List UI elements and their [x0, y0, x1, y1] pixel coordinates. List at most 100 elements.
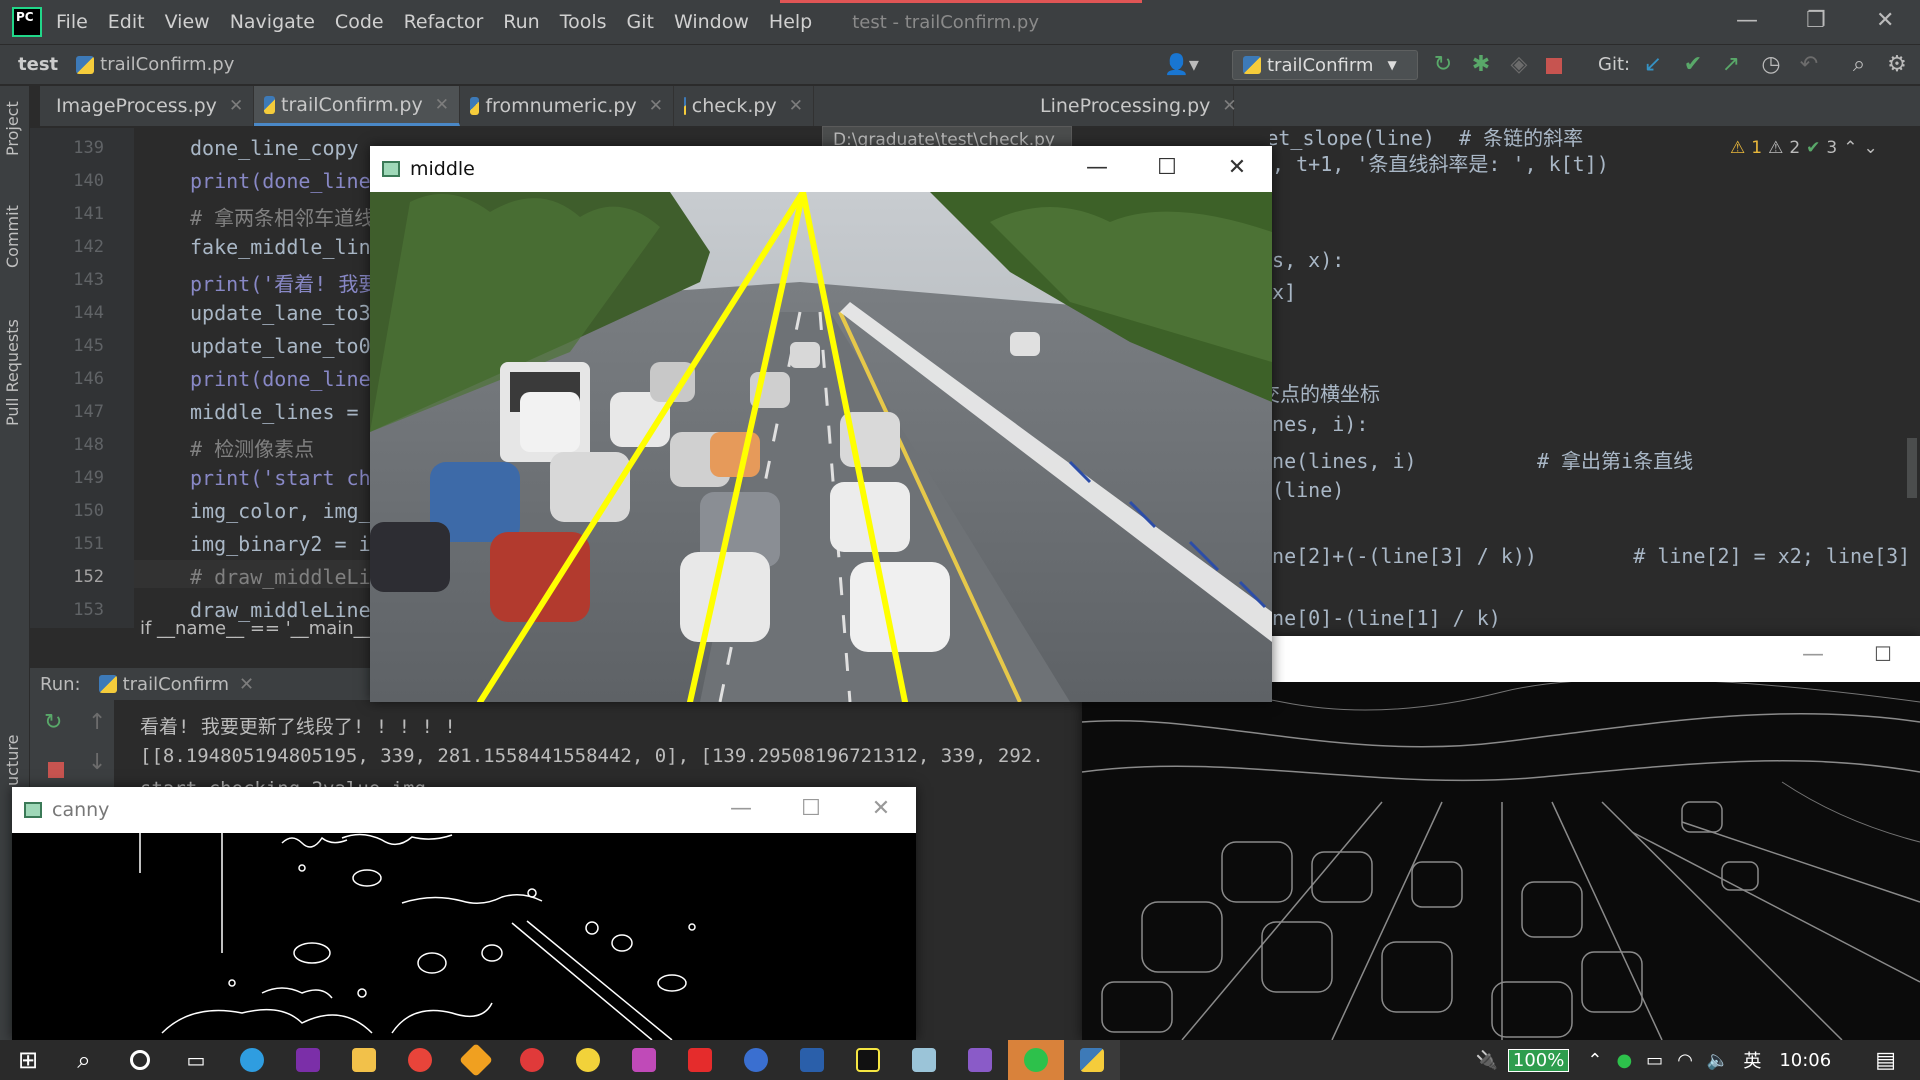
yellow-app-icon[interactable] — [560, 1040, 616, 1080]
menu-edit[interactable]: Edit — [108, 11, 145, 33]
git-update-icon[interactable]: ↙ — [1640, 52, 1666, 78]
inspection-widget[interactable]: ⚠ 1 ⚠ 2 ✔ 3 ⌃ ⌄ — [1730, 138, 1878, 158]
python-icon[interactable] — [1064, 1040, 1120, 1080]
close-icon[interactable]: ✕ — [1222, 96, 1236, 116]
onenote-icon[interactable] — [280, 1040, 336, 1080]
close-icon[interactable]: ✕ — [1876, 8, 1894, 33]
run-tab[interactable]: trailConfirm — [123, 674, 229, 695]
close-icon[interactable]: ✕ — [789, 96, 803, 116]
visual-studio-icon[interactable] — [952, 1040, 1008, 1080]
canny-window[interactable]: canny — ☐ ✕ — [12, 787, 916, 1040]
breadcrumb-file[interactable]: trailConfirm.py — [100, 54, 234, 75]
edge-icon[interactable] — [224, 1040, 280, 1080]
close-icon[interactable]: ✕ — [846, 787, 916, 833]
maximize-icon[interactable]: ☐ — [776, 787, 846, 833]
word-icon[interactable] — [784, 1040, 840, 1080]
ime-indicator[interactable]: 英 — [1743, 1047, 1761, 1073]
right-code-view[interactable]: k[t] = get_slope(line) # 条链的斜率 ', t+1, '… — [1270, 128, 1920, 628]
menu-tools[interactable]: Tools — [560, 11, 607, 33]
netease-music-icon[interactable] — [504, 1040, 560, 1080]
search-icon[interactable]: ⌕ — [1846, 52, 1872, 78]
breadcrumb-project[interactable]: test — [18, 54, 58, 75]
maximize-icon[interactable]: ☐ — [1132, 146, 1202, 192]
menu-file[interactable]: File — [56, 11, 88, 33]
clock[interactable]: 10:06 — [1779, 1050, 1831, 1071]
tool-structure[interactable]: ucture — [3, 735, 22, 786]
battery-badge[interactable]: 100% — [1507, 1048, 1570, 1072]
stop-icon[interactable] — [48, 762, 64, 778]
minimize-icon[interactable]: — — [706, 787, 776, 833]
maximize-icon[interactable]: ☐ — [1874, 642, 1892, 666]
chevron-up-icon[interactable]: ⌃ — [1843, 138, 1857, 158]
menu-code[interactable]: Code — [335, 11, 384, 33]
close-icon[interactable]: ✕ — [649, 96, 663, 116]
youdao-icon[interactable] — [672, 1040, 728, 1080]
history-icon[interactable]: ◷ — [1758, 52, 1784, 78]
canny-window-titlebar[interactable]: canny — ☐ ✕ — [12, 787, 916, 833]
close-icon[interactable]: ✕ — [1202, 146, 1272, 192]
power-plug-icon[interactable]: 🔌 — [1475, 1050, 1497, 1071]
windows-start-icon[interactable]: ⊞ — [0, 1040, 56, 1080]
code-line: e(line) — [1270, 478, 1345, 502]
minimize-icon[interactable]: — — [1802, 642, 1824, 667]
menu-refactor[interactable]: Refactor — [404, 11, 484, 33]
wifi-icon[interactable]: ◠ — [1677, 1050, 1693, 1071]
cortana-icon[interactable] — [112, 1040, 168, 1080]
code-line: print('看着! 我要 — [190, 272, 379, 296]
gear-icon[interactable]: ⚙ — [1884, 52, 1910, 78]
wechat-icon[interactable] — [1008, 1040, 1064, 1080]
pycharm-icon[interactable] — [840, 1040, 896, 1080]
arrow-up-icon[interactable]: ↑ — [88, 710, 106, 735]
notepad-icon[interactable] — [896, 1040, 952, 1080]
chrome-icon[interactable] — [392, 1040, 448, 1080]
notification-icon[interactable]: ▤ — [1875, 1048, 1896, 1073]
git-commit-icon[interactable]: ✔ — [1680, 52, 1706, 78]
tab-check[interactable]: check.py ✕ — [674, 86, 814, 126]
menu-navigate[interactable]: Navigate — [230, 11, 315, 33]
scrollbar-thumb[interactable] — [1907, 438, 1917, 498]
run-config-select[interactable]: trailConfirm ▼ — [1232, 50, 1418, 80]
task-view-icon[interactable]: ▭ — [168, 1040, 224, 1080]
menu-run[interactable]: Run — [503, 11, 539, 33]
chevron-down-icon[interactable]: ⌄ — [1863, 138, 1877, 158]
menu-view[interactable]: View — [165, 11, 210, 33]
git-icon[interactable] — [448, 1040, 504, 1080]
menu-window[interactable]: Window — [674, 11, 749, 33]
rerun-icon[interactable]: ↻ — [1430, 52, 1456, 78]
debug-icon[interactable]: ✱ — [1468, 52, 1494, 78]
ie-icon[interactable] — [728, 1040, 784, 1080]
menu-help[interactable]: Help — [769, 11, 812, 33]
code-line: # draw_middleLi — [190, 565, 371, 589]
restore-icon[interactable]: ❐ — [1806, 8, 1826, 33]
paint-icon[interactable] — [616, 1040, 672, 1080]
rerun-icon[interactable]: ↻ — [44, 710, 62, 735]
coverage-icon[interactable]: ◈ — [1506, 52, 1532, 78]
stop-icon[interactable] — [1546, 58, 1562, 74]
menu-git[interactable]: Git — [627, 11, 654, 33]
code-line: ine(lines, i) # 拿出第i条直线 — [1270, 449, 1694, 473]
close-icon[interactable]: ✕ — [229, 96, 243, 116]
tab-imageprocess[interactable]: ImageProcess.py ✕ — [40, 86, 254, 126]
explorer-icon[interactable] — [336, 1040, 392, 1080]
git-push-icon[interactable]: ↗ — [1718, 52, 1744, 78]
navigation-bar: test trailConfirm.py — [0, 44, 1920, 84]
tab-lineprocessing[interactable]: LineProcessing.py ✕ — [1024, 86, 1237, 126]
minimize-icon[interactable]: — — [1736, 8, 1758, 33]
code-line: # 拿两条相邻车道线 — [190, 206, 375, 230]
close-icon[interactable]: ✕ — [435, 95, 449, 115]
middle-window-titlebar[interactable]: middle — ☐ ✕ — [370, 146, 1272, 192]
minimize-icon[interactable]: — — [1062, 146, 1132, 192]
user-icon[interactable]: 👤▾ — [1164, 52, 1199, 76]
search-icon[interactable]: ⌕ — [56, 1040, 112, 1080]
code-breadcrumb[interactable]: if __name__ == '__main__' — [140, 618, 377, 639]
middle-window[interactable]: middle — ☐ ✕ — [370, 146, 1272, 702]
tab-trailconfirm[interactable]: trailConfirm.py ✕ — [254, 86, 460, 126]
rollback-icon[interactable]: ↶ — [1796, 52, 1822, 78]
volume-icon[interactable]: 🔈 — [1707, 1050, 1729, 1071]
chevron-up-icon[interactable]: ⌃ — [1587, 1050, 1602, 1071]
wechat-tray-icon[interactable]: ● — [1616, 1050, 1632, 1071]
close-icon[interactable]: ✕ — [239, 674, 254, 695]
battery-icon[interactable]: ▭ — [1646, 1050, 1663, 1071]
tab-fromnumeric[interactable]: fromnumeric.py ✕ — [460, 86, 674, 126]
arrow-down-icon[interactable]: ↓ — [88, 750, 106, 775]
